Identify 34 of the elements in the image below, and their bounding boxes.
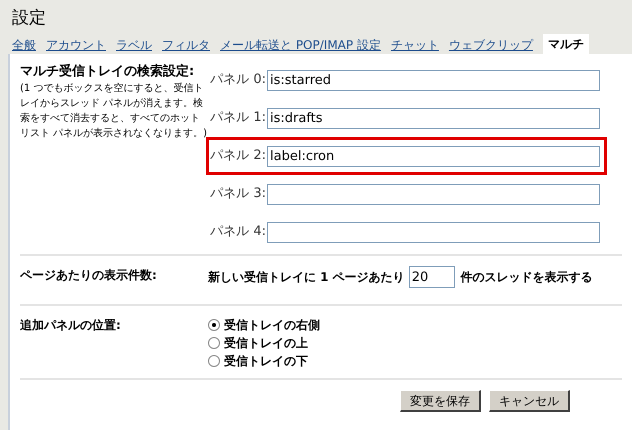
search-field[interactable] (267, 184, 600, 204)
panel-label: パネル 4: (210, 223, 266, 242)
settings-tab[interactable]: 全般 (12, 36, 36, 54)
search-field[interactable]: is:starred (267, 70, 600, 90)
section-title: 追加パネルの位置: (20, 317, 122, 334)
panel-label: パネル 1: (210, 109, 266, 128)
window-title: 設定 (11, 7, 47, 30)
settings-tab[interactable]: メール転送と POP/IMAP 設定 (220, 36, 381, 54)
search-field[interactable]: label:cron (267, 146, 600, 166)
section-title: マルチ受信トレイの検索設定: (20, 63, 196, 80)
settings-tab[interactable]: マルチ (542, 34, 589, 54)
radio-option[interactable]: 受信トレイの右側 (208, 316, 320, 334)
search-field[interactable]: is:drafts (267, 108, 600, 128)
settings-tab[interactable]: フィルタ (162, 36, 210, 54)
settings-tab[interactable]: ラベル (116, 36, 152, 54)
section-title: ページあたりの表示件数: (20, 267, 158, 284)
panel-label: パネル 2: (210, 147, 266, 166)
help-note: (1 つでもボックスを空にすると、受信トレイからスレッド パネルが消えます。検索をすべて消去すると、すべてのホットリスト パネルが表示されなくなります。) (20, 82, 208, 141)
radio-option[interactable]: 受信トレイの下 (208, 352, 320, 370)
panel-label: パネル 0: (210, 71, 266, 90)
page-size-text: 新しい受信トレイに 1 ページあたり (208, 269, 405, 286)
radio-option[interactable]: 受信トレイの上 (208, 334, 320, 352)
settings-tab[interactable]: ウェブクリップ (448, 36, 533, 54)
cancel-button[interactable]: キャンセル (489, 390, 570, 412)
page-size-text: 件のスレッドを表示する (460, 269, 593, 286)
settings-tab[interactable]: アカウント (46, 36, 106, 54)
search-field[interactable] (267, 222, 600, 242)
radio-button[interactable] (208, 355, 220, 367)
settings-tab[interactable]: チャット (390, 36, 439, 54)
radio-button[interactable] (208, 337, 220, 349)
panel-label: パネル 3: (210, 185, 266, 204)
radio-button[interactable] (208, 319, 220, 331)
save-button[interactable]: 変更を保存 (400, 390, 481, 412)
page-size-field[interactable]: 20 (408, 266, 455, 288)
